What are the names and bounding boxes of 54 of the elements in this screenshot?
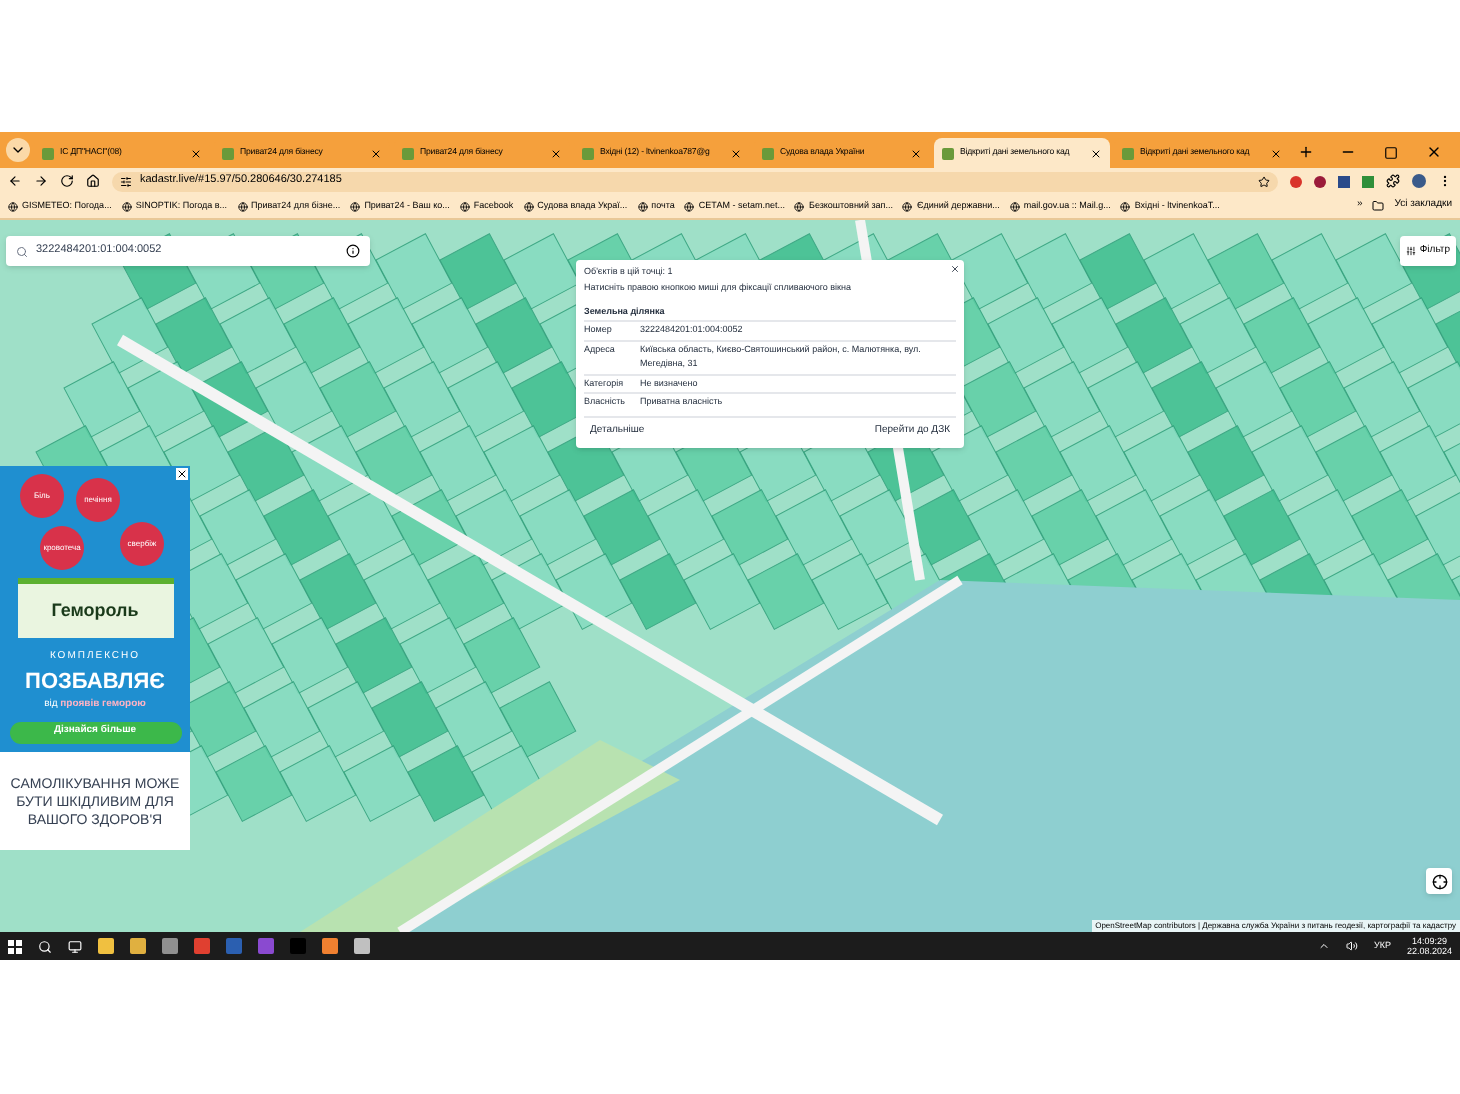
- ad-headline: ПОЗБАВЛЯЄ: [25, 667, 165, 697]
- bookmark-star-icon[interactable]: [1258, 175, 1270, 187]
- close-icon: [1270, 147, 1282, 159]
- close-icon: [190, 147, 202, 159]
- menu-icon[interactable]: [1438, 174, 1452, 188]
- caret-icon: [10, 142, 26, 158]
- close-icon: [910, 147, 922, 159]
- close-icon[interactable]: [176, 468, 188, 480]
- close-icon: [1090, 147, 1102, 159]
- site-icon: [637, 201, 648, 211]
- site-icon: [402, 147, 414, 159]
- site-settings-icon: [120, 175, 132, 187]
- site-icon: [762, 147, 774, 159]
- locate-icon: [1431, 873, 1447, 889]
- reload-icon[interactable]: [60, 174, 74, 188]
- back-icon[interactable]: [8, 174, 22, 188]
- site-icon: [42, 147, 54, 159]
- site-icon: [523, 201, 534, 211]
- site-icon: [794, 201, 805, 211]
- site-icon: [1009, 201, 1020, 211]
- site-icon: [8, 201, 18, 211]
- close-icon: [370, 147, 382, 159]
- site-icon: [121, 201, 132, 211]
- filter-icon: [1405, 246, 1416, 256]
- site-icon: [582, 147, 594, 159]
- maximize-icon[interactable]: [1384, 146, 1398, 160]
- close-icon: [730, 147, 742, 159]
- volume-icon[interactable]: [1345, 940, 1358, 952]
- close-icon: [550, 147, 562, 159]
- tray-expand-icon[interactable]: [1317, 940, 1330, 952]
- site-icon: [222, 147, 234, 159]
- extensions-icon[interactable]: [1386, 174, 1400, 188]
- site-icon: [459, 201, 470, 211]
- product-name: Гемороль: [51, 597, 139, 624]
- task-view-icon[interactable]: [68, 939, 82, 953]
- new-tab-icon[interactable]: [1298, 144, 1314, 160]
- site-icon: [902, 201, 913, 211]
- site-icon: [237, 201, 248, 211]
- start-icon[interactable]: [8, 939, 22, 953]
- site-icon: [942, 147, 954, 159]
- locate-button[interactable]: [1426, 868, 1452, 894]
- site-icon: [684, 201, 695, 211]
- home-icon[interactable]: [86, 174, 100, 188]
- forward-icon[interactable]: [34, 174, 48, 188]
- site-icon: [1122, 147, 1134, 159]
- search-icon[interactable]: [38, 939, 52, 953]
- search-icon: [16, 245, 28, 257]
- profile-avatar[interactable]: [1412, 174, 1426, 188]
- site-icon: [1120, 201, 1131, 211]
- folder-icon: [1372, 200, 1385, 212]
- tab-list-button[interactable]: [6, 138, 30, 162]
- site-icon: [350, 201, 361, 211]
- info-icon[interactable]: [346, 244, 360, 258]
- close-icon[interactable]: [1426, 144, 1442, 160]
